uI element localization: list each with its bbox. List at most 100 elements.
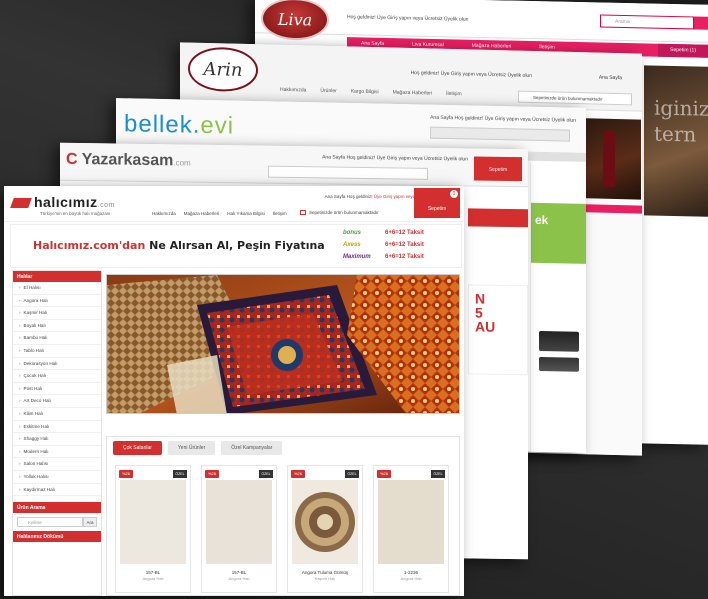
hali-logo-mark-icon xyxy=(10,198,32,209)
product-card[interactable]: %26 ÖZEL 157-BL Angora Halı xyxy=(201,465,277,593)
yazar-welcome: Ana Sayfa Hoş geldiniz! Üye Giriş yapın … xyxy=(322,154,468,163)
liva-search-input[interactable]: Arama xyxy=(600,14,694,30)
hali-tab-row: Çok Satanlar Yeni Ürünler Özel Kampanyal… xyxy=(107,437,459,459)
hali-category-item[interactable]: El Halısı xyxy=(13,282,101,295)
arin-logo[interactable]: Arin xyxy=(188,46,258,93)
product-card[interactable]: %26 ÖZEL 1-2236 Angora Halı xyxy=(373,465,449,593)
hali-category-item[interactable]: Kilim Halı xyxy=(13,408,101,421)
hali-slogan-brand: Halıcımız.com'dan xyxy=(33,239,146,252)
product-image[interactable] xyxy=(120,480,186,564)
yazar-side-column: N 5 AU xyxy=(468,194,528,560)
product-image[interactable] xyxy=(292,480,358,564)
arin-welcome: Hoş geldiniz! Üye Giriş yapın veya Ücret… xyxy=(410,69,532,79)
hali-cart-label: Sepetim xyxy=(427,206,447,212)
hali-card-bonus: bonus 6+6=12 Taksit xyxy=(343,227,453,239)
hali-card-installment: 6+6=12 Taksit xyxy=(385,242,424,248)
yazar-logo-c-icon: C xyxy=(66,150,78,168)
liva-logo[interactable]: Liva xyxy=(261,0,329,41)
liva-search-button[interactable] xyxy=(694,16,708,30)
arin-home-link[interactable]: Ana Sayfa xyxy=(599,75,622,82)
hali-slogan-rest: Ne Alırsan Al, Peşin Fiyatına xyxy=(149,239,325,252)
hali-category-item[interactable]: Eskitme Halı xyxy=(13,421,101,434)
hali-logo[interactable]: halıcımız.com xyxy=(10,194,115,210)
arin-wine-image[interactable] xyxy=(581,118,641,200)
yazar-promo[interactable]: N 5 AU xyxy=(468,284,528,376)
hali-tagline: Türkiye'nin en büyük halı mağazası xyxy=(40,211,111,216)
yazar-cart-button[interactable]: Sepetim xyxy=(474,156,522,182)
hali-cart-badge: 0 xyxy=(450,190,458,198)
arin-cart-bar[interactable]: Sepetinizde ürün bulunmamaktadır xyxy=(518,90,632,106)
hali-category-item[interactable]: Art Deco Halı xyxy=(13,395,101,408)
bellek-logo-accent: evi xyxy=(200,111,235,140)
yazar-search-input[interactable] xyxy=(268,165,428,180)
hali-category-item[interactable]: Shaggy Halı xyxy=(13,433,101,446)
yazar-logo-main: Yazarkasam xyxy=(81,151,174,170)
hali-product-tabs: Çok Satanlar Yeni Ürünler Özel Kampanyal… xyxy=(106,436,460,596)
hali-category-item[interactable]: Tablo Halı xyxy=(13,345,101,358)
bellek-search-input[interactable] xyxy=(430,126,570,142)
product-brand: Angora Halı xyxy=(142,576,164,581)
special-tag: ÖZEL xyxy=(173,470,187,478)
product-card[interactable]: %26 ÖZEL Angora Tuluma Gümüş Kaşmir Halı xyxy=(287,465,363,593)
hali-category-item[interactable]: Çocuk Halı xyxy=(13,370,101,383)
bellek-welcome: Ana Sayfa Hoş geldiniz! Üye Giriş yapın … xyxy=(430,114,576,124)
arin-nav: Hakkımızda Ürünler Kargo Bilgisi Mağaza … xyxy=(280,87,462,97)
hali-nav-contact[interactable]: İletişim xyxy=(273,211,287,216)
bellek-usb-image-2[interactable] xyxy=(539,356,579,372)
liva-promo-image[interactable]: iginizi tern xyxy=(644,65,708,217)
yazar-red-bar xyxy=(468,208,528,228)
hali-promo-banner[interactable]: Halıcımız.com'dan Ne Alırsan Al, Peşin F… xyxy=(10,224,462,268)
product-image[interactable] xyxy=(206,480,272,564)
hali-product-grid: %26 ÖZEL 157-BL Angora Halı %26 ÖZEL 157… xyxy=(107,459,459,596)
product-name[interactable]: 157-BL xyxy=(202,570,276,575)
cart-icon xyxy=(300,210,306,216)
hali-search-button[interactable]: Ara xyxy=(83,517,97,528)
hali-category-sidebar: Halılar El Halısı Angora Halı Kaşmir Hal… xyxy=(12,270,102,596)
hali-nav-news[interactable]: Mağaza Haberleri xyxy=(184,211,220,216)
product-name[interactable]: 157-BL xyxy=(116,570,190,575)
hali-cart-status[interactable]: Sepetinizde ürün bulunmamaktadır xyxy=(300,208,410,218)
hali-topnav: Hakkımızda Mağaza Haberleri Halı Yıkama … xyxy=(152,211,287,216)
hali-category-item[interactable]: Kaşmir Halı xyxy=(13,307,101,320)
hali-search-title: Ürün Arama xyxy=(13,502,101,514)
hali-nav-washing[interactable]: Halı Yıkama Bilgisi xyxy=(227,211,264,216)
tab-bestsellers[interactable]: Çok Satanlar xyxy=(113,441,162,455)
bellek-promo-banner[interactable]: ek xyxy=(531,202,586,264)
arin-nav-about[interactable]: Hakkımızda xyxy=(280,87,306,94)
hali-nav-about[interactable]: Hakkımızda xyxy=(152,211,176,216)
liva-cart-button[interactable]: Sepetim (1) xyxy=(658,43,708,58)
hali-logo-accent: .com xyxy=(97,202,115,209)
hali-category-item[interactable]: Yolluk Halısı xyxy=(13,471,101,484)
hali-card-brand: Maximum xyxy=(343,254,371,260)
tab-new-products[interactable]: Yeni Ürünler xyxy=(167,441,216,455)
bellek-logo[interactable]: bellek.evi xyxy=(124,110,234,140)
hali-search-input[interactable]: Kelime xyxy=(17,517,83,528)
arin-nav-news[interactable]: Mağaza Haberleri xyxy=(393,90,432,97)
hali-category-item[interactable]: Post Halı xyxy=(13,383,101,396)
product-card[interactable]: %26 ÖZEL 157-BL Angora Halı xyxy=(115,465,191,593)
yazar-logo[interactable]: C Yazarkasam.com xyxy=(66,151,191,171)
arin-nav-products[interactable]: Ürünler xyxy=(320,88,336,94)
tab-special-campaigns[interactable]: Özel Kampanyalar xyxy=(221,441,283,455)
arin-nav-shipping[interactable]: Kargo Bilgisi xyxy=(351,89,379,96)
hali-category-item[interactable]: Dekorasyon Halı xyxy=(13,358,101,371)
liva-promo-line-1: iginizi xyxy=(654,95,708,121)
hali-slogan: Halıcımız.com'dan Ne Alırsan Al, Peşin F… xyxy=(33,239,325,252)
hali-category-item[interactable]: Kaydırmaz Halı xyxy=(13,484,101,497)
product-name[interactable]: Angora Tuluma Gümüş xyxy=(288,570,362,575)
hali-card-axess: Axess 6+6=12 Taksit xyxy=(343,239,453,251)
hali-category-item[interactable]: Salon Halısı xyxy=(13,458,101,471)
hali-screenshot: halıcımız.com Türkiye'nin en büyük halı … xyxy=(4,186,464,596)
hali-bottom-title: Halılarımız Dökümü xyxy=(13,531,101,543)
product-image[interactable] xyxy=(378,480,444,564)
bellek-usb-image[interactable] xyxy=(539,330,579,352)
hali-cart-button[interactable]: 0 Sepetim xyxy=(414,188,460,218)
hali-category-item[interactable]: Bambu Halı xyxy=(13,332,101,345)
hali-category-item[interactable]: Modern Halı xyxy=(13,446,101,459)
hali-category-item[interactable]: Angora Halı xyxy=(13,295,101,308)
hali-hero-carpet-image[interactable] xyxy=(106,274,460,414)
hali-card-installment: 6+6=12 Taksit xyxy=(385,230,424,236)
product-name[interactable]: 1-2236 xyxy=(374,570,448,575)
hali-category-item[interactable]: Boyalı Halı xyxy=(13,320,101,333)
arin-nav-contact[interactable]: İletişim xyxy=(446,91,462,97)
